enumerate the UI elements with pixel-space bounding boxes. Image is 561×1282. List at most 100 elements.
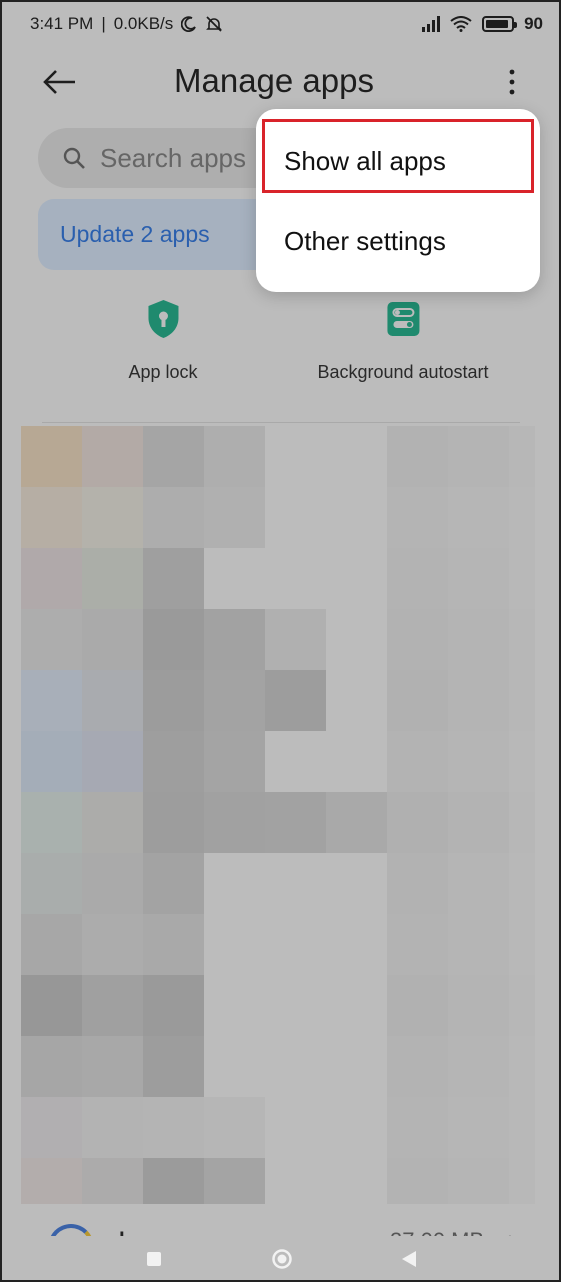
blurred-pixel xyxy=(448,1158,509,1204)
blurred-pixel xyxy=(387,670,448,731)
blurred-pixel xyxy=(387,975,448,1036)
back-button[interactable] xyxy=(32,60,88,104)
wifi-icon xyxy=(450,16,472,32)
blurred-pixel xyxy=(21,1097,82,1158)
blurred-pixel xyxy=(387,853,448,914)
blurred-pixel xyxy=(387,487,448,548)
blurred-pixel xyxy=(82,792,143,853)
blurred-pixel xyxy=(326,670,387,731)
blurred-pixel xyxy=(509,1097,535,1158)
blurred-pixel xyxy=(448,426,509,487)
blurred-pixel xyxy=(509,670,535,731)
recents-button[interactable] xyxy=(139,1244,169,1274)
background-autostart-button[interactable]: Background autostart xyxy=(317,298,489,383)
blurred-pixel xyxy=(326,1097,387,1158)
background-autostart-label: Background autostart xyxy=(317,362,489,382)
home-icon xyxy=(272,1249,292,1269)
signal-icon xyxy=(422,16,441,32)
blurred-pixel xyxy=(143,487,204,548)
blurred-pixel xyxy=(21,548,82,609)
blurred-pixel xyxy=(204,670,265,731)
blurred-pixel xyxy=(509,853,535,914)
blurred-pixel xyxy=(265,1036,326,1097)
more-vertical-icon xyxy=(509,69,515,95)
app-lock-label: App lock xyxy=(128,362,198,382)
search-icon xyxy=(63,147,85,169)
status-right: 90 xyxy=(422,14,543,34)
blurred-pixel xyxy=(265,914,326,975)
menu-item-other-settings[interactable]: Other settings xyxy=(256,201,540,281)
status-left: 3:41 PM | 0.0KB/s xyxy=(30,14,223,34)
header: Manage apps xyxy=(2,52,559,112)
moon-icon xyxy=(181,16,197,32)
blurred-pixel xyxy=(21,426,82,487)
blurred-pixel xyxy=(448,792,509,853)
blurred-pixel xyxy=(265,1097,326,1158)
blurred-pixel xyxy=(204,975,265,1036)
blurred-pixel xyxy=(509,914,535,975)
blurred-pixel xyxy=(265,487,326,548)
blurred-pixel xyxy=(509,426,535,487)
blurred-pixel xyxy=(143,1097,204,1158)
blurred-pixel xyxy=(387,1158,448,1204)
blurred-pixel xyxy=(82,1158,143,1204)
shield-lock-icon xyxy=(147,300,178,338)
blurred-pixel xyxy=(82,731,143,792)
blurred-pixel xyxy=(82,670,143,731)
status-speed: 0.0KB/s xyxy=(113,14,174,33)
recents-icon xyxy=(147,1252,161,1266)
blurred-pixel xyxy=(265,609,326,670)
blurred-pixel xyxy=(265,853,326,914)
blurred-pixel xyxy=(82,853,143,914)
blurred-pixel xyxy=(143,426,204,487)
blurred-pixel xyxy=(204,1097,265,1158)
blurred-pixel xyxy=(448,1097,509,1158)
nav-back-button[interactable] xyxy=(394,1244,424,1274)
blurred-pixel xyxy=(204,548,265,609)
screen: 3:41 PM | 0.0KB/s 90 Manage apps Search … xyxy=(0,0,561,1282)
blurred-pixel xyxy=(509,609,535,670)
blurred-pixel xyxy=(448,1036,509,1097)
blurred-pixel xyxy=(448,975,509,1036)
more-options-button[interactable] xyxy=(492,62,532,102)
app-list[interactable] xyxy=(21,426,535,1204)
blurred-pixel xyxy=(21,975,82,1036)
blurred-pixel xyxy=(204,609,265,670)
blurred-pixel xyxy=(326,792,387,853)
blurred-pixel xyxy=(326,914,387,975)
blurred-pixel xyxy=(265,975,326,1036)
blurred-pixel xyxy=(143,609,204,670)
status-time: 3:41 PM xyxy=(30,14,94,33)
status-bar: 3:41 PM | 0.0KB/s 90 xyxy=(2,2,559,46)
battery-icon xyxy=(482,16,518,32)
blurred-pixel xyxy=(448,914,509,975)
blurred-pixel xyxy=(21,487,82,548)
blurred-pixel xyxy=(448,548,509,609)
menu-item-show-all-apps[interactable]: Show all apps xyxy=(256,121,540,201)
status-separator: | xyxy=(101,14,106,33)
blurred-pixel xyxy=(21,1036,82,1097)
blurred-pixel xyxy=(204,731,265,792)
update-apps-label: Update 2 apps xyxy=(60,221,210,247)
blurred-pixel xyxy=(265,426,326,487)
blurred-pixel xyxy=(509,548,535,609)
blurred-pixel xyxy=(448,670,509,731)
blurred-pixel xyxy=(204,914,265,975)
blurred-pixel xyxy=(326,487,387,548)
blurred-pixel xyxy=(265,1158,326,1204)
battery-level: 90 xyxy=(524,14,543,33)
blurred-pixel xyxy=(21,670,82,731)
home-button[interactable] xyxy=(267,1244,297,1274)
blurred-pixel xyxy=(143,1158,204,1204)
blurred-pixel xyxy=(204,1036,265,1097)
blurred-pixel xyxy=(265,792,326,853)
app-lock-button[interactable]: App lock xyxy=(128,298,198,383)
blurred-pixel xyxy=(326,1158,387,1204)
blurred-pixel xyxy=(387,731,448,792)
blurred-pixel xyxy=(387,792,448,853)
toggle-switch-icon xyxy=(386,302,419,336)
blurred-pixel xyxy=(143,548,204,609)
arrow-left-icon xyxy=(43,70,75,94)
blurred-pixel xyxy=(143,731,204,792)
blurred-pixel xyxy=(82,426,143,487)
